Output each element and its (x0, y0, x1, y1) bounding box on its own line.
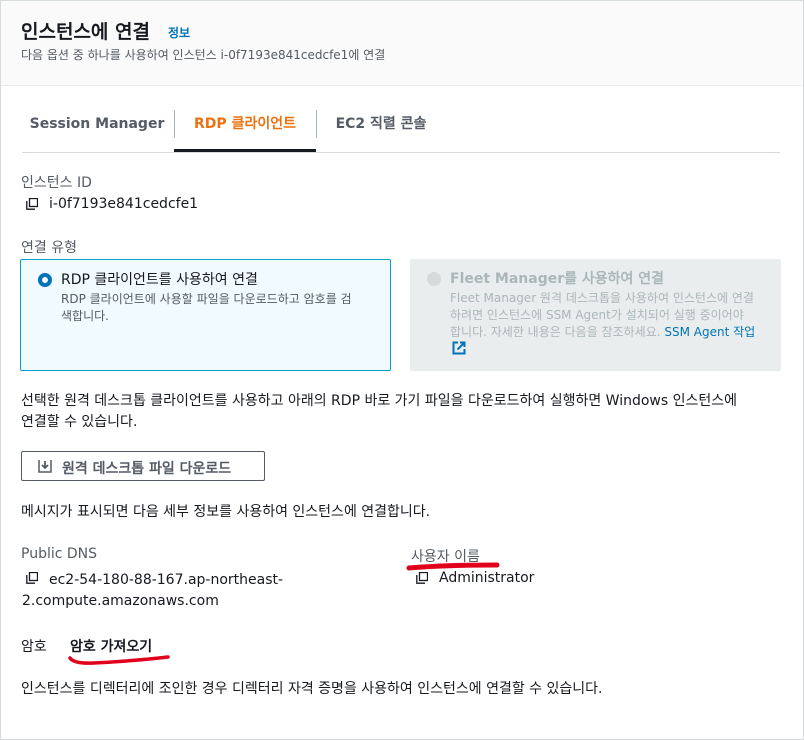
instructions-line: 연결할 수 있습니다. (21, 414, 138, 430)
option-desc-line: 색합니다. (61, 309, 109, 323)
instructions-text: 선택한 원격 데스크톱 클라이언트를 사용하고 아래의 RDP 바로 가기 파일… (21, 391, 737, 433)
dns-line: ec2-54-180-88-167.ap-northeast- (49, 572, 284, 588)
page-title: 인스턴스에 연결 (21, 21, 150, 43)
public-dns-value-cont: 2.compute.amazonaws.com (22, 593, 219, 609)
tab-ec2-serial-console[interactable]: EC2 직렬 콘솔 (318, 108, 444, 152)
option-desc-line: Fleet Manager 원격 데스크톱을 사용하여 인스턴스에 연결 (450, 291, 754, 305)
red-underline-annotation (406, 562, 500, 571)
option-desc-line: 하려면 인스턴스에 SSM Agent가 설치되어 실행 중이어야 (450, 308, 744, 322)
instance-id-label: 인스턴스 ID (21, 175, 92, 191)
ssm-agent-link[interactable]: SSM Agent 작업 (664, 325, 755, 339)
radio-selected-icon[interactable] (38, 273, 52, 287)
option-title: RDP 클라이언트를 사용하여 연결 (61, 272, 258, 288)
download-icon (38, 460, 52, 473)
option-title: Fleet Manager를 사용하여 연결 (450, 271, 665, 287)
tab-bar: Session Manager RDP 클라이언트 EC2 직렬 콘솔 (22, 108, 780, 153)
option-description: Fleet Manager 원격 데스크톱을 사용하여 인스턴스에 연결 하려면… (450, 290, 755, 341)
radio-disabled-icon (427, 272, 441, 286)
option-desc-line: RDP 클라이언트에 사용할 파일을 다운로드하고 암호를 검 (61, 292, 352, 306)
tab-session-manager[interactable]: Session Manager (22, 108, 172, 152)
info-link[interactable]: 정보 (168, 24, 190, 41)
password-label: 암호 (21, 639, 47, 655)
public-dns-label: Public DNS (21, 546, 98, 562)
tab-divider (316, 110, 317, 138)
footer-text: 인스턴스를 디렉터리에 조인한 경우 디렉터리 자격 증명을 사용하여 인스턴스… (21, 681, 603, 697)
download-rdp-file-button[interactable]: 원격 데스크톱 파일 다운로드 (21, 451, 265, 481)
copy-icon[interactable] (26, 572, 38, 584)
external-link-icon[interactable] (452, 341, 466, 355)
option-description: RDP 클라이언트에 사용할 파일을 다운로드하고 암호를 검 색합니다. (61, 291, 352, 325)
option-rdp-client[interactable]: RDP 클라이언트를 사용하여 연결 RDP 클라이언트에 사용할 파일을 다운… (20, 259, 391, 371)
page-description: 다음 옵션 중 하나를 사용하여 인스턴스 i-0f7193e841cedcfe… (21, 48, 386, 62)
connection-type-label: 연결 유형 (21, 240, 77, 256)
copy-icon[interactable] (26, 198, 38, 210)
option-desc-line: 합니다. 자세한 내용은 다음을 참조하세요. (450, 325, 661, 339)
public-dns-value: ec2-54-180-88-167.ap-northeast- (49, 570, 283, 591)
red-underline-annotation (68, 655, 170, 665)
prompt-text: 메시지가 표시되면 다음 세부 정보를 사용하여 인스턴스에 연결합니다. (21, 504, 431, 520)
modal-header: 인스턴스에 연결 정보 다음 옵션 중 하나를 사용하여 인스턴스 i-0f71… (1, 1, 803, 86)
instructions-line: 선택한 원격 데스크톱 클라이언트를 사용하고 아래의 RDP 바로 가기 파일… (21, 393, 738, 409)
instance-id-value: i-0f7193e841cedcfe1 (49, 196, 199, 212)
tab-rdp-client[interactable]: RDP 클라이언트 (174, 108, 316, 152)
download-button-label: 원격 데스크톱 파일 다운로드 (62, 461, 232, 477)
